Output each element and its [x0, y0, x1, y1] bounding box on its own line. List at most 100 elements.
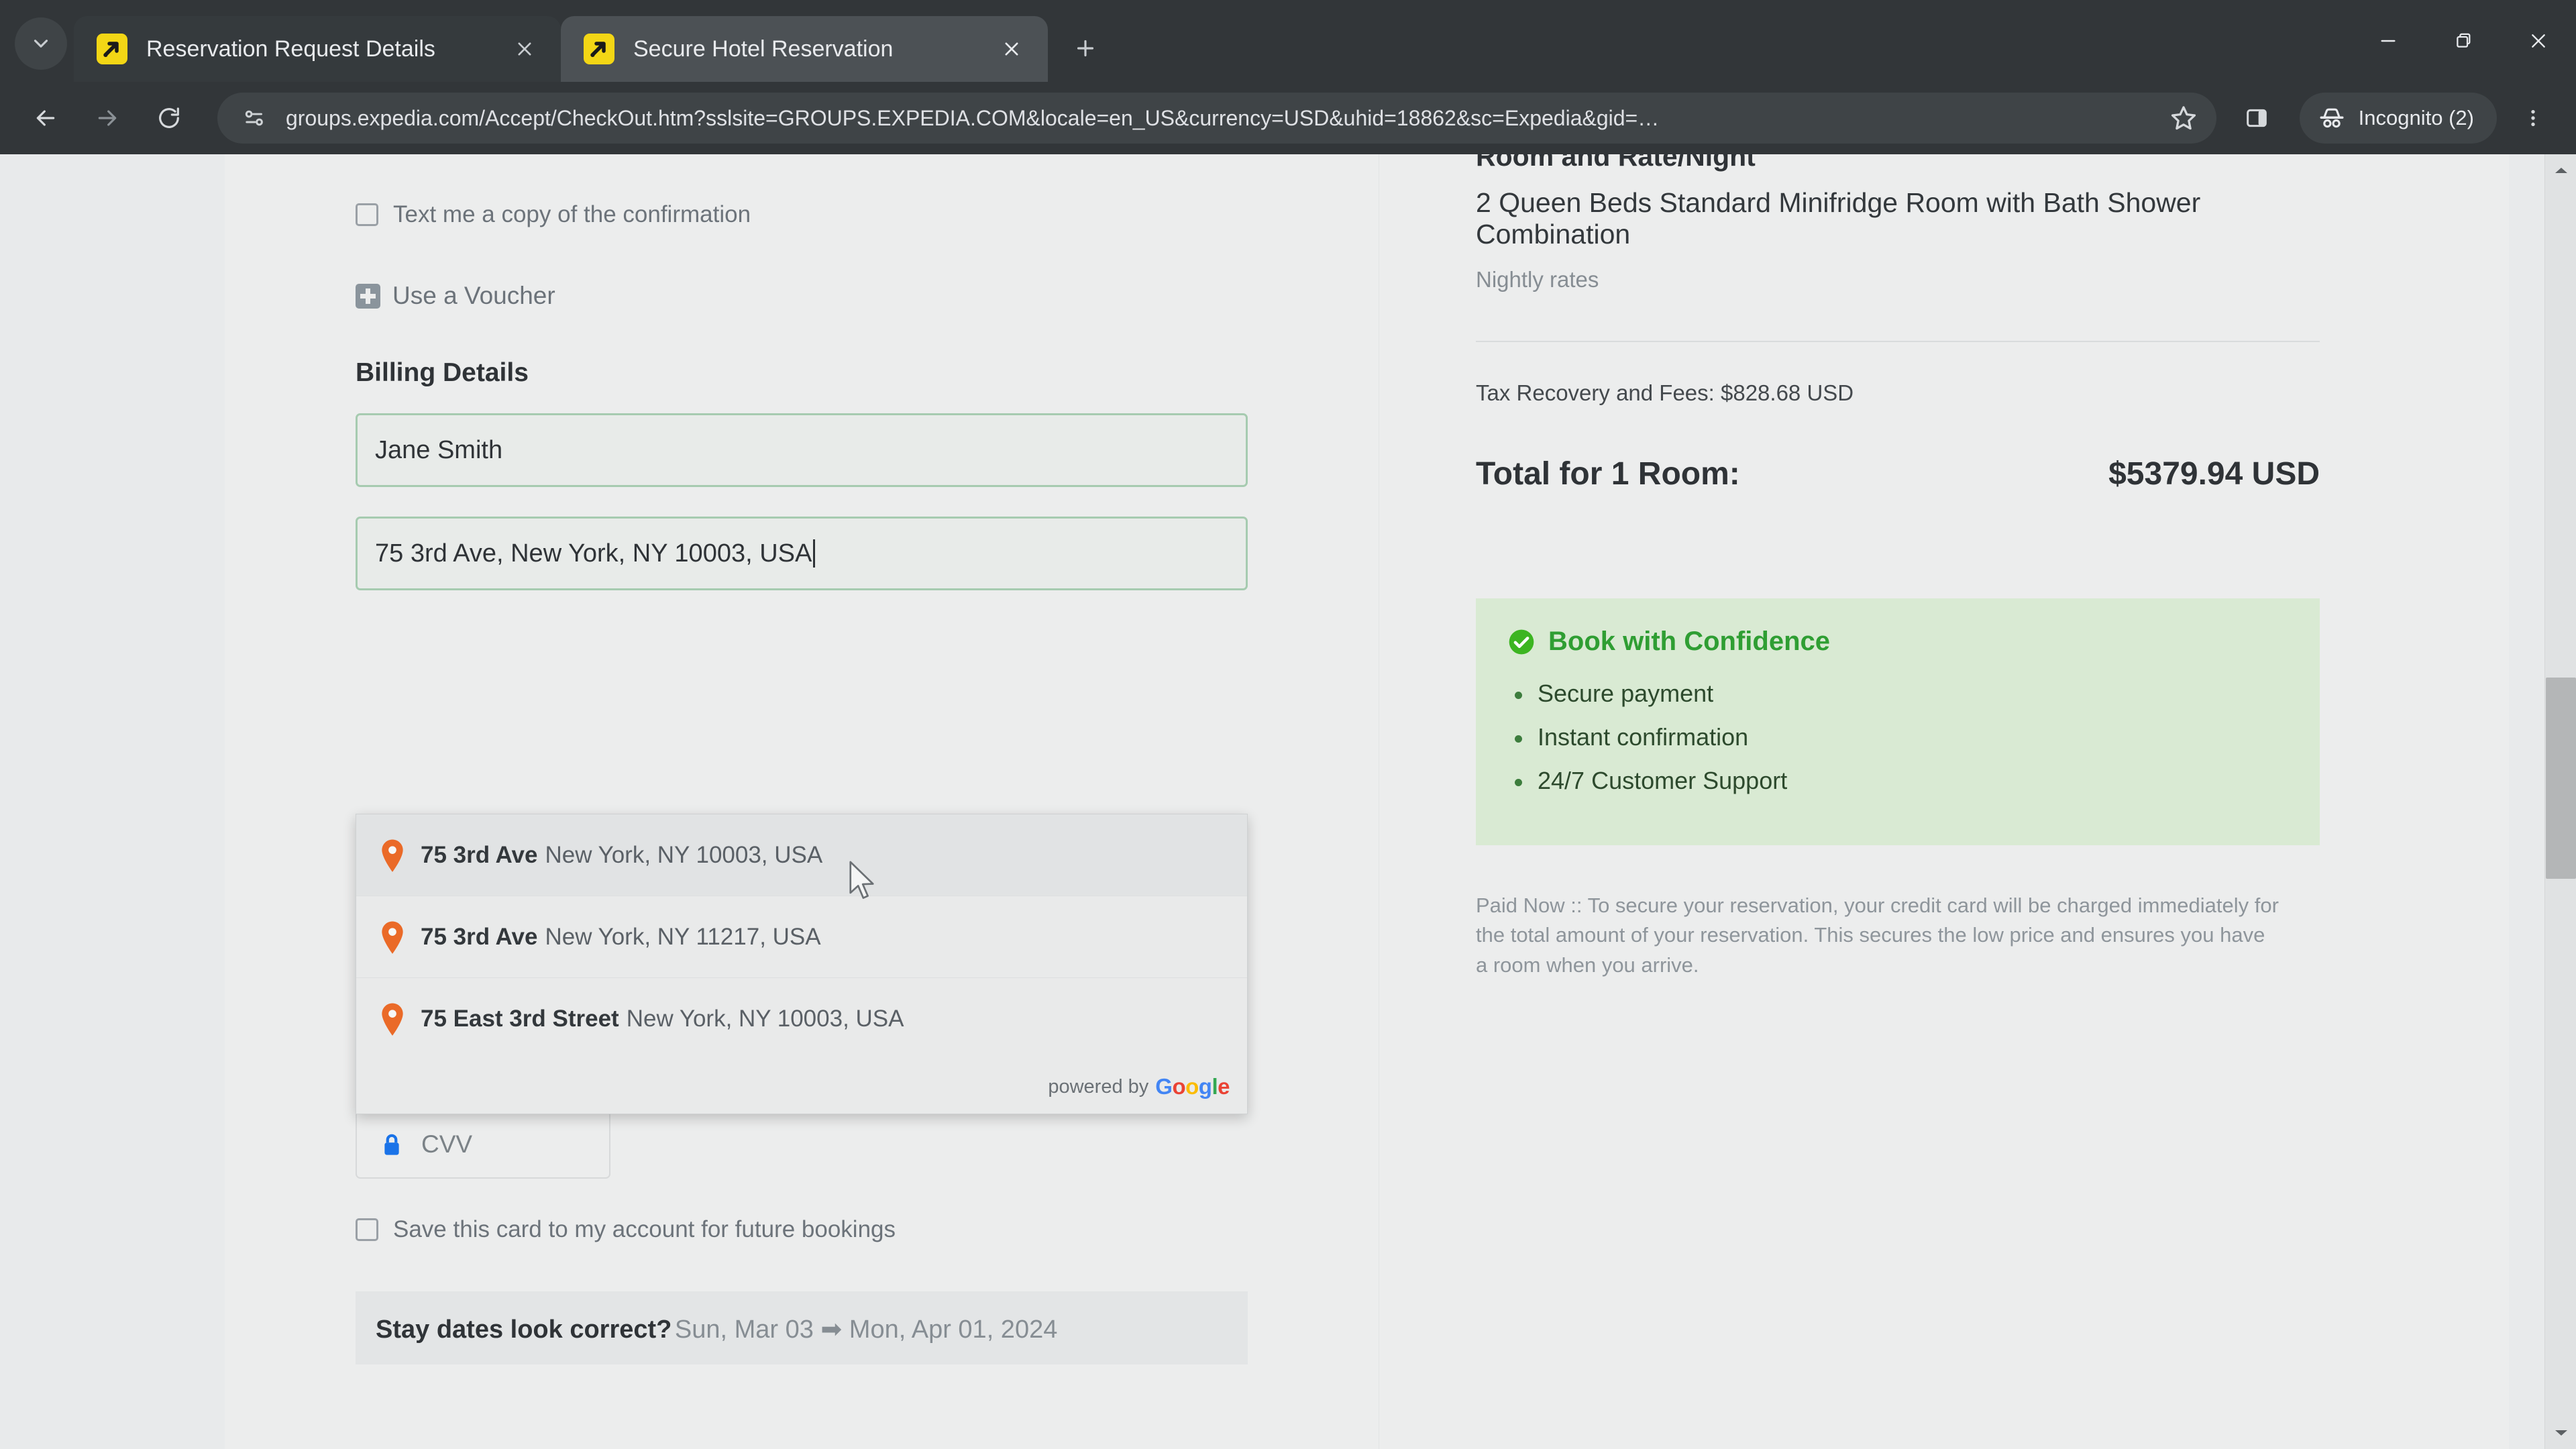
autocomplete-main-text: 75 3rd Ave: [421, 841, 538, 868]
window-controls: [2351, 0, 2576, 82]
autocomplete-main-text: 75 3rd Ave: [421, 923, 538, 950]
incognito-label: Incognito (2): [2358, 106, 2474, 129]
nightly-rates-label: Nightly rates: [1476, 267, 1599, 292]
autocomplete-option[interactable]: 75 East 3rd Street New York, NY 10003, U…: [356, 978, 1247, 1060]
list-item: Instant confirmation: [1507, 723, 2289, 751]
chevron-up-icon: [2555, 168, 2567, 173]
save-card-checkbox-row[interactable]: Save this card to my account for future …: [356, 1210, 1295, 1250]
tab-close-button[interactable]: [993, 30, 1030, 68]
use-voucher-label: Use a Voucher: [392, 282, 555, 309]
back-button[interactable]: [17, 90, 74, 146]
tab-title: Reservation Request Details: [146, 36, 435, 62]
save-card-label: Save this card to my account for future …: [393, 1216, 896, 1242]
tab-secure-hotel-reservation[interactable]: Secure Hotel Reservation: [561, 16, 1048, 82]
new-tab-button[interactable]: [1060, 23, 1111, 74]
close-icon: [1005, 42, 1018, 56]
close-icon: [2532, 34, 2545, 48]
total-label: Total for 1 Room:: [1476, 456, 1740, 492]
map-pin-icon: [379, 838, 406, 873]
arrow-left-icon: [36, 110, 55, 126]
page-scrollbar[interactable]: [2544, 154, 2576, 1449]
autocomplete-main-text: 75 East 3rd Street: [421, 1006, 619, 1032]
chevron-down-icon: [34, 40, 48, 48]
restore-icon: [2457, 33, 2471, 48]
address-autocomplete-dropdown[interactable]: 75 3rd Ave New York, NY 10003, USA 75 3r…: [356, 814, 1248, 1114]
map-pin-icon: [379, 920, 406, 955]
billing-address-input[interactable]: 75 3rd Ave, New York, NY 10003, USA: [356, 517, 1248, 590]
side-panel-icon: [2246, 109, 2267, 127]
cvv-placeholder: CVV: [421, 1130, 473, 1158]
text-confirmation-label: Text me a copy of the confirmation: [393, 201, 751, 227]
three-dot-menu-icon: [2531, 109, 2535, 127]
scroll-up-button[interactable]: [2545, 157, 2576, 184]
total-row: Total for 1 Room: $5379.94 USD: [1476, 455, 2320, 492]
reload-button[interactable]: [141, 90, 197, 146]
use-voucher-toggle[interactable]: Use a Voucher: [356, 282, 1295, 310]
autocomplete-secondary-text: New York, NY 10003, USA: [545, 841, 823, 868]
autocomplete-secondary-text: New York, NY 10003, USA: [626, 1006, 904, 1032]
tab-title: Secure Hotel Reservation: [633, 36, 894, 62]
arrow-right-icon: [98, 110, 117, 126]
cvv-input[interactable]: CVV: [356, 1110, 610, 1179]
stay-dates-question: Stay dates look correct?: [376, 1316, 672, 1344]
list-item: 24/7 Customer Support: [1507, 767, 2289, 795]
book-with-confidence-box: Book with Confidence Secure payment Inst…: [1476, 598, 2320, 846]
autocomplete-attribution: powered by Google: [356, 1060, 1247, 1114]
side-panel-button[interactable]: [2229, 90, 2285, 146]
page-viewport: Text me a copy of the confirmation Use a…: [0, 154, 2576, 1449]
confidence-title: Book with Confidence: [1548, 627, 1830, 657]
save-card-checkbox[interactable]: [356, 1218, 378, 1241]
autocomplete-option[interactable]: 75 3rd Ave New York, NY 11217, USA: [356, 896, 1247, 978]
confidence-header: Book with Confidence: [1507, 627, 2289, 657]
confidence-benefits-list: Secure payment Instant confirmation 24/7…: [1507, 680, 2289, 795]
url-text: groups.expedia.com/Accept/CheckOut.htm?s…: [286, 105, 1660, 130]
reload-icon: [159, 107, 179, 128]
maximize-button[interactable]: [2426, 0, 2501, 82]
billing-name-value: Jane Smith: [375, 435, 503, 464]
text-confirmation-checkbox-row[interactable]: Text me a copy of the confirmation: [356, 195, 1295, 235]
autocomplete-secondary-text: New York, NY 11217, USA: [545, 923, 821, 950]
browser-window: Reservation Request Details Secure Hotel…: [0, 0, 2576, 1449]
map-pin-icon: [379, 1002, 406, 1036]
plus-icon: [1077, 40, 1094, 57]
plus-icon: [356, 283, 380, 309]
tab-close-button[interactable]: [506, 30, 543, 68]
autocomplete-option[interactable]: 75 3rd Ave New York, NY 10003, USA: [356, 814, 1247, 896]
check-circle-icon: [1507, 627, 1536, 657]
tab-strip: Reservation Request Details Secure Hotel…: [0, 0, 2576, 82]
tax-recovery-line: Tax Recovery and Fees: $828.68 USD: [1476, 380, 1854, 406]
chevron-down-icon: [2555, 1430, 2567, 1436]
powered-by-label: powered by: [1048, 1075, 1149, 1097]
stay-dates-banner: Stay dates look correct? Sun, Mar 03 ➡ M…: [356, 1291, 1248, 1364]
minimize-icon: [2381, 40, 2396, 42]
scroll-down-button[interactable]: [2545, 1419, 2576, 1446]
checkout-form-column: Text me a copy of the confirmation Use a…: [356, 154, 1295, 1364]
expedia-arrow-icon: [97, 34, 127, 64]
google-logo: Google: [1155, 1074, 1230, 1099]
text-confirmation-checkbox[interactable]: [356, 203, 378, 226]
page-info-icon[interactable]: [240, 104, 268, 132]
incognito-indicator[interactable]: Incognito (2): [2299, 93, 2497, 144]
tab-search-button[interactable]: [15, 17, 67, 70]
scrollbar-thumb[interactable]: [2546, 678, 2576, 879]
forward-button[interactable]: [79, 90, 136, 146]
close-window-button[interactable]: [2501, 0, 2576, 82]
tab-reservation-request-details[interactable]: Reservation Request Details: [74, 16, 561, 82]
browser-menu-button[interactable]: [2508, 93, 2559, 144]
star-icon[interactable]: [2168, 103, 2199, 133]
browser-toolbar: groups.expedia.com/Accept/CheckOut.htm?s…: [0, 82, 2576, 154]
address-bar[interactable]: groups.expedia.com/Accept/CheckOut.htm?s…: [217, 93, 2216, 144]
close-icon: [518, 42, 531, 56]
incognito-icon: [2320, 108, 2344, 128]
room-rate-heading: Room and Rate/Night: [1476, 154, 1756, 172]
billing-name-input[interactable]: Jane Smith: [356, 413, 1248, 487]
divider: [1476, 341, 2320, 343]
expedia-arrow-icon: [584, 34, 614, 64]
list-item: Secure payment: [1507, 680, 2289, 708]
text-caret: [813, 539, 816, 568]
lock-icon: [377, 1130, 407, 1159]
reservation-summary-column: Room and Rate/Night 2 Queen Beds Standar…: [1476, 154, 2321, 980]
stay-dates-value: Sun, Mar 03 ➡ Mon, Apr 01, 2024: [674, 1316, 1058, 1344]
minimize-button[interactable]: [2351, 0, 2426, 82]
billing-details-heading: Billing Details: [356, 358, 529, 387]
